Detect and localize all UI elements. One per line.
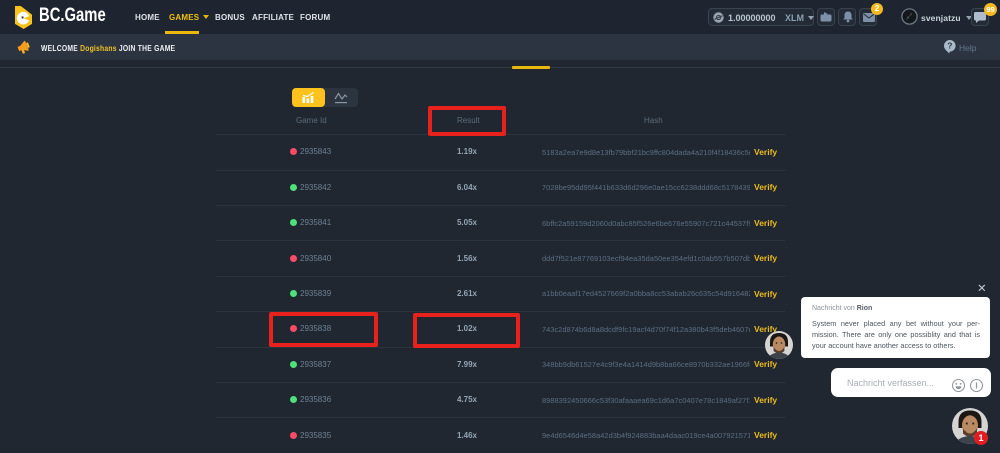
svg-text:?: ?: [947, 41, 952, 51]
